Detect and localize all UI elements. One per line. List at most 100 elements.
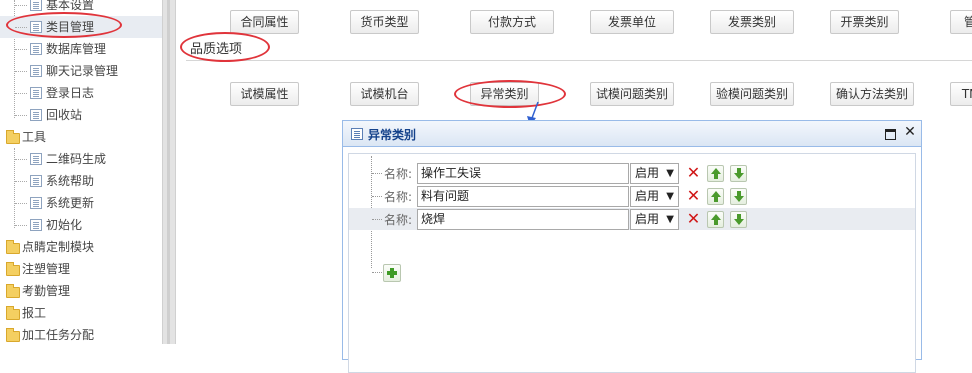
list-icon xyxy=(351,128,363,140)
maximize-button[interactable] xyxy=(883,126,897,140)
tree-connector xyxy=(15,203,27,204)
tree-connector xyxy=(372,196,382,197)
chevron-down-icon: ▼ xyxy=(666,191,674,202)
splitter-grip[interactable] xyxy=(167,0,170,344)
page-icon xyxy=(30,153,42,165)
sidebar-item[interactable]: 类目管理 xyxy=(0,16,162,38)
sidebar-item-label: 报工 xyxy=(22,306,47,320)
page-icon xyxy=(30,109,42,121)
move-up-button[interactable] xyxy=(707,188,724,205)
page-icon xyxy=(30,65,42,77)
sidebar-item[interactable]: 加工任务分配 xyxy=(0,324,162,344)
status-value: 启用 xyxy=(635,212,660,226)
sidebar-item-label: 基本设置 xyxy=(46,0,95,12)
tree-connector xyxy=(15,49,27,50)
sidebar-item[interactable]: 系统帮助 xyxy=(0,170,162,192)
sidebar-item-label: 考勤管理 xyxy=(22,284,71,298)
sidebar-item-label: 系统更新 xyxy=(46,196,95,210)
move-down-button[interactable] xyxy=(730,188,747,205)
tree-connector xyxy=(15,115,27,116)
sidebar-item[interactable]: 登录日志 xyxy=(0,82,162,104)
folder-icon xyxy=(6,240,20,254)
sidebar-item[interactable]: 数据库管理 xyxy=(0,38,162,60)
sidebar-item[interactable]: 工具 xyxy=(0,126,162,148)
page-icon xyxy=(30,0,42,11)
option-button[interactable]: 确认方法类别 xyxy=(830,82,914,106)
move-down-button[interactable] xyxy=(730,165,747,182)
option-button[interactable]: 付款方式 xyxy=(470,10,554,34)
sidebar-item-label: 系统帮助 xyxy=(46,174,95,188)
status-select[interactable]: 启用 ▼ xyxy=(630,209,679,230)
page-icon xyxy=(30,175,42,187)
delete-button[interactable]: ✕ xyxy=(685,188,702,205)
page-icon xyxy=(30,43,42,55)
sidebar-item[interactable]: 初始化 xyxy=(0,214,162,236)
tree-connector xyxy=(15,225,27,226)
name-input[interactable]: 烧焊 xyxy=(417,209,629,230)
status-value: 启用 xyxy=(635,166,660,180)
option-button[interactable]: 货币类型 xyxy=(350,10,419,34)
option-button[interactable]: 发票类别 xyxy=(710,10,794,34)
list-item: 名称: 操作工失误 启用 ▼ ✕ xyxy=(349,162,915,184)
list-item: 名称: 烧焊 启用 ▼ ✕ xyxy=(349,208,915,230)
dialog-title: 异常类别 xyxy=(368,128,417,142)
tree-connector xyxy=(15,181,27,182)
status-select[interactable]: 启用 ▼ xyxy=(630,163,679,184)
name-input[interactable]: 料有问题 xyxy=(417,186,629,207)
delete-button[interactable]: ✕ xyxy=(685,211,702,228)
sidebar-item[interactable]: 系统更新 xyxy=(0,192,162,214)
sidebar-item[interactable]: 注塑管理 xyxy=(0,258,162,280)
tree-connector xyxy=(15,159,27,160)
section-title-quality: 品质选项 xyxy=(190,42,243,57)
abnormal-category-dialog: 异常类别 ✕ 名称: 操作工失误 启用 ▼ ✕ 名称: 料有问题 启用 ▼ ✕ 名称: 烧焊 启用 ▼ ✕ xyxy=(342,120,922,373)
sidebar-item-label: 工具 xyxy=(22,130,47,144)
tree-connector xyxy=(15,71,27,72)
page-icon xyxy=(30,219,42,231)
dialog-header[interactable]: 异常类别 ✕ xyxy=(343,121,921,147)
status-select[interactable]: 启用 ▼ xyxy=(630,186,679,207)
option-button[interactable]: 合同属性 xyxy=(230,10,299,34)
name-input[interactable]: 操作工失误 xyxy=(417,163,629,184)
folder-icon xyxy=(6,328,20,342)
sidebar-item[interactable]: 基本设置 xyxy=(0,0,162,16)
sidebar-item[interactable]: 二维码生成 xyxy=(0,148,162,170)
folder-icon xyxy=(6,262,20,276)
sidebar-item[interactable]: 报工 xyxy=(0,302,162,324)
sidebar-item-label: 登录日志 xyxy=(46,86,95,100)
sidebar-item[interactable]: 点睛定制模块 xyxy=(0,236,162,258)
sidebar-item[interactable]: 回收站 xyxy=(0,104,162,126)
option-button[interactable]: 试模属性 xyxy=(230,82,299,106)
list-item: 名称: 料有问题 启用 ▼ ✕ xyxy=(349,185,915,207)
navigation-tree: 基本设置类目管理数据库管理聊天记录管理 登录日志回收站工具二维码生成系统帮助系统更… xyxy=(0,0,162,344)
sidebar-item-label: 数据库管理 xyxy=(46,42,107,56)
tree-connector xyxy=(15,93,27,94)
sidebar-item-label: 二维码生成 xyxy=(46,152,107,166)
option-button[interactable]: 试模机台 xyxy=(350,82,419,106)
option-button[interactable]: 试模问题类别 xyxy=(590,82,674,106)
option-button[interactable]: TN xyxy=(950,82,972,106)
sidebar-item-label: 类目管理 xyxy=(46,20,95,34)
page-icon xyxy=(30,21,42,33)
section-divider xyxy=(186,60,972,61)
add-item-button[interactable] xyxy=(383,264,401,282)
dialog-body: 名称: 操作工失误 启用 ▼ ✕ 名称: 料有问题 启用 ▼ ✕ 名称: 烧焊 启用 ▼ ✕ xyxy=(348,153,916,373)
close-button[interactable]: ✕ xyxy=(903,125,917,140)
move-up-button[interactable] xyxy=(707,165,724,182)
move-down-button[interactable] xyxy=(730,211,747,228)
option-button[interactable]: 管 xyxy=(950,10,972,34)
move-up-button[interactable] xyxy=(707,211,724,228)
sidebar-item-label: 注塑管理 xyxy=(22,262,71,276)
chevron-down-icon: ▼ xyxy=(666,214,674,225)
tree-connector xyxy=(372,173,382,174)
sidebar-item[interactable]: 聊天记录管理 xyxy=(0,60,162,82)
tree-connector xyxy=(372,272,382,273)
sidebar-item-label: 聊天记录管理 xyxy=(46,64,119,78)
option-button[interactable]: 开票类别 xyxy=(830,10,899,34)
sidebar-item[interactable]: 考勤管理 xyxy=(0,280,162,302)
name-label: 名称: xyxy=(384,190,413,204)
delete-button[interactable]: ✕ xyxy=(685,165,702,182)
option-button[interactable]: 发票单位 xyxy=(590,10,674,34)
option-button[interactable]: 验模问题类别 xyxy=(710,82,794,106)
sidebar-item-label: 初始化 xyxy=(46,218,83,232)
name-label: 名称: xyxy=(384,167,413,181)
